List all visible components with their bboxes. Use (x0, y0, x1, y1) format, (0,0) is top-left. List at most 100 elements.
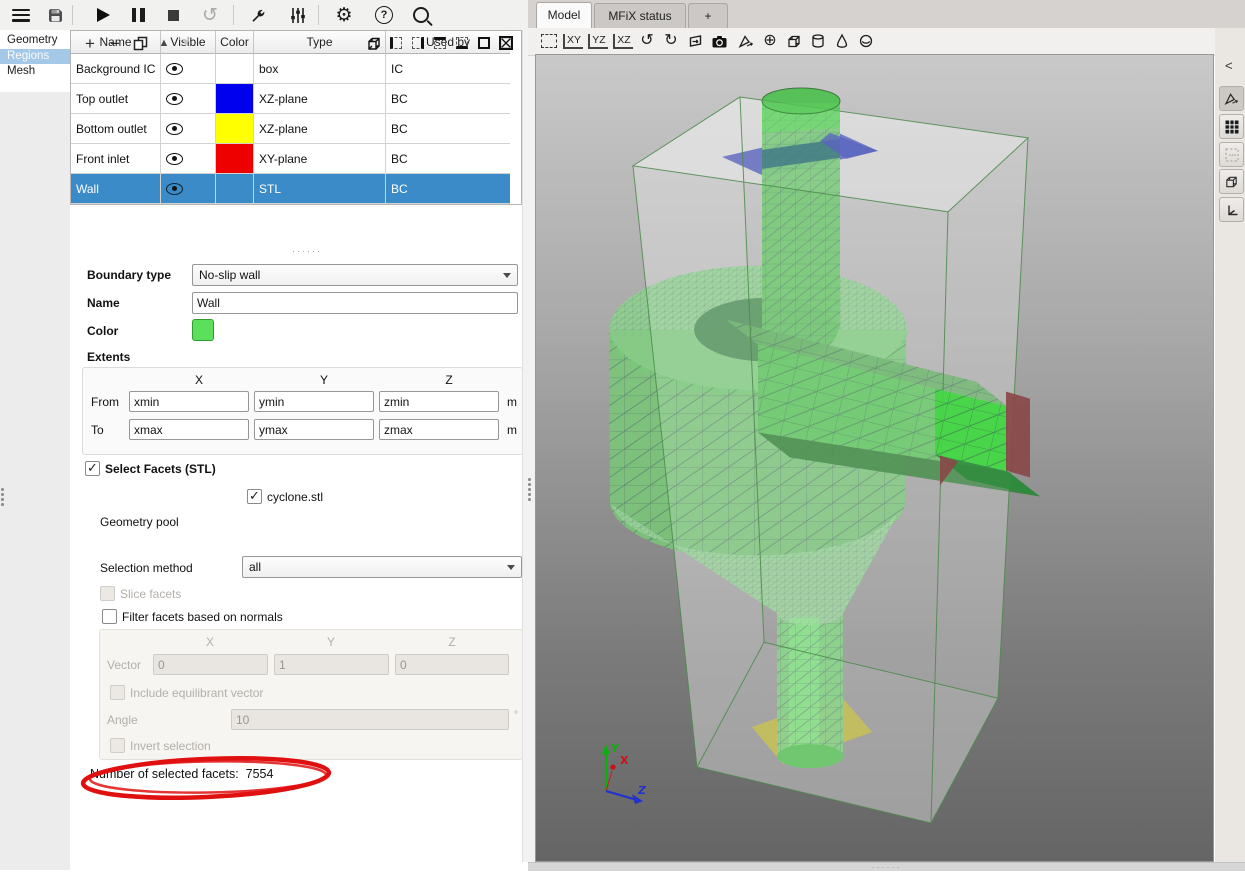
axis-y-label: Y (610, 742, 620, 755)
splitter-handle[interactable] (528, 478, 531, 501)
run-icon[interactable] (90, 2, 116, 28)
col-header-color[interactable]: Color (216, 31, 254, 54)
select-facets-checkbox[interactable] (85, 461, 100, 476)
table-row-name-selected[interactable]: Wall (71, 174, 161, 204)
reset-view-icon[interactable] (538, 30, 560, 52)
region-shape-stl-icon[interactable] (495, 30, 517, 56)
search-icon[interactable] (408, 2, 434, 28)
vector-z-input (395, 654, 509, 675)
toggle-mesh-button[interactable] (1219, 114, 1244, 139)
extents-to-z-input[interactable] (379, 419, 499, 440)
stop-icon[interactable] (160, 2, 186, 28)
view-xz-button[interactable]: XZ (611, 30, 635, 52)
extents-from-x-input[interactable] (129, 391, 249, 412)
perspective-icon[interactable] (684, 30, 706, 52)
visibility-toggle[interactable] (161, 144, 216, 174)
rotate-right-icon[interactable]: ↻ (660, 30, 682, 52)
extents-from-z-input[interactable] (379, 391, 499, 412)
axis-z-label: Z (637, 784, 647, 797)
facet-count-label: Number of selected facets: (90, 767, 239, 781)
geometry-stl-icon[interactable] (735, 30, 757, 52)
region-shape-box-icon[interactable] (363, 30, 385, 56)
move-down-button[interactable]: ▼ (176, 30, 196, 56)
geometry-pool-label: Geometry pool (100, 515, 179, 529)
boundary-type-select[interactable]: No-slip wall (192, 264, 518, 286)
move-up-button[interactable]: ▲ (154, 30, 174, 56)
slice-facets-checkbox (100, 586, 115, 601)
cube-icon (366, 36, 382, 51)
visibility-toggle[interactable] (161, 114, 216, 144)
region-name-input[interactable] (192, 292, 518, 314)
selection-method-select[interactable]: all (242, 556, 522, 578)
include-equilibrant-checkbox (110, 685, 125, 700)
region-shape-plane-top-icon[interactable] (429, 30, 451, 56)
table-row-name[interactable]: Front inlet (71, 144, 161, 174)
region-color-cell[interactable] (216, 174, 254, 204)
geometry-sphere-icon[interactable]: ⊕ (759, 30, 781, 52)
rotate-left-icon[interactable]: ↺ (636, 30, 658, 52)
region-color-cell[interactable] (216, 144, 254, 174)
vertical-splitter[interactable] (522, 30, 536, 862)
extents-to-y-input[interactable] (254, 419, 374, 440)
table-row-name[interactable]: Bottom outlet (71, 114, 161, 144)
geometry-cone-icon[interactable] (831, 30, 853, 52)
geometry-torus-icon[interactable] (855, 30, 877, 52)
tab-add[interactable]: + (688, 3, 728, 28)
collapse-panel-icon[interactable]: < (1225, 58, 1233, 73)
vector-y-header: Y (311, 635, 351, 649)
eye-icon (166, 123, 183, 135)
geometry-box-icon[interactable] (783, 30, 805, 52)
remove-region-button[interactable]: − (103, 30, 127, 56)
view-yz-button[interactable]: YZ (586, 30, 610, 52)
toggle-axes-button[interactable] (1219, 197, 1244, 222)
region-color-button[interactable] (192, 319, 214, 341)
nav-splitter-handle[interactable] (1, 488, 4, 506)
region-color-cell[interactable] (216, 84, 254, 114)
cyclone-stl-checkbox[interactable] (247, 489, 262, 504)
angle-input (231, 709, 509, 730)
extents-from-unit: m (507, 395, 517, 409)
filter-facets-checkbox[interactable] (102, 609, 117, 624)
menu-icon[interactable] (8, 2, 34, 28)
help-icon[interactable]: ? (371, 2, 397, 28)
panel-splitter-handle[interactable]: ······ (292, 246, 322, 256)
toggle-regions-button[interactable] (1219, 169, 1244, 194)
table-row-usedby: BC (386, 174, 510, 204)
geometry-cylinder-icon[interactable] (807, 30, 829, 52)
table-row-name[interactable]: Background IC (71, 54, 161, 84)
tab-model[interactable]: Model (536, 2, 592, 28)
pause-icon[interactable] (125, 2, 151, 28)
region-color-cell[interactable] (216, 114, 254, 144)
toggle-geometry-button[interactable] (1219, 86, 1244, 111)
add-region-button[interactable]: + (78, 30, 102, 56)
region-color-cell[interactable] (216, 54, 254, 84)
reset-icon[interactable]: ↺ (197, 2, 223, 28)
visibility-toggle[interactable] (161, 54, 216, 84)
eye-icon (166, 63, 183, 75)
region-shape-plane-right-icon[interactable] (407, 30, 429, 56)
splitter-handle[interactable]: ······ (872, 862, 902, 872)
parameters-sliders-icon[interactable] (285, 2, 311, 28)
viewport-3d[interactable]: Y X Z (535, 54, 1214, 862)
save-icon[interactable] (42, 2, 68, 28)
toggle-normals-button[interactable] (1219, 142, 1244, 167)
nav-item-mesh[interactable]: Mesh (0, 64, 70, 80)
view-xy-button[interactable]: XY (561, 30, 585, 52)
extents-from-y-input[interactable] (254, 391, 374, 412)
visibility-toggle[interactable] (161, 84, 216, 114)
screenshot-camera-icon[interactable] (708, 30, 730, 52)
extents-to-x-input[interactable] (129, 419, 249, 440)
region-shape-plane-left-icon[interactable] (385, 30, 407, 56)
table-row-name[interactable]: Top outlet (71, 84, 161, 114)
visibility-toggle[interactable] (161, 174, 216, 204)
regions-panel: + − ▲ ▼ Name Visible Color Type Used by … (70, 30, 522, 870)
build-wrench-icon[interactable] (245, 2, 271, 28)
duplicate-region-button[interactable] (128, 30, 152, 56)
nav-item-regions[interactable]: Regions (0, 49, 70, 65)
region-shape-plane-bottom-icon[interactable] (451, 30, 473, 56)
nav-item-geometry[interactable]: Geometry (0, 33, 70, 49)
settings-gear-icon[interactable]: ⚙ (331, 2, 357, 28)
extents-to-label: To (91, 423, 104, 437)
region-shape-plane-full-icon[interactable] (473, 30, 495, 56)
tab-mfix-status[interactable]: MFiX status (594, 3, 686, 28)
